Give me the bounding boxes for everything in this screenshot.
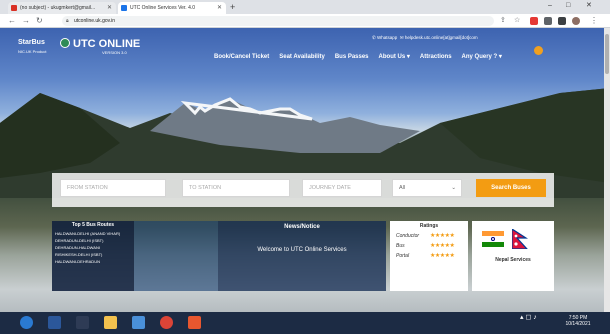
url-text: utconline.uk.gov.in: [74, 18, 116, 24]
nav-attractions[interactable]: Attractions: [420, 51, 452, 63]
chevron-down-icon: ⌄: [451, 185, 456, 191]
close-window-button[interactable]: ✕: [586, 0, 592, 12]
rating-row: Portal ★★★★★: [390, 251, 468, 261]
email-icon: ✉: [399, 35, 404, 40]
utc-emblem-icon: [60, 38, 70, 48]
word-app-icon[interactable]: [48, 316, 61, 329]
mail-app-icon[interactable]: [132, 316, 145, 329]
nepal-services-label: Nepal Services: [495, 257, 531, 263]
share-icon[interactable]: ⇪: [500, 15, 506, 27]
route-item[interactable]: DEHRADUN-HALDWANI: [52, 244, 134, 251]
top-routes-panel: Top 5 Bus Routes HALDWANI-DELHI (ANAND V…: [52, 221, 134, 291]
news-title: News/Notice: [284, 224, 320, 230]
forward-arrow-icon[interactable]: →: [22, 15, 30, 27]
utc-home-page: StarBus NIC.UK Product UTC ONLINE VERSIO…: [0, 28, 610, 312]
routes-title: Top 5 Bus Routes: [71, 222, 115, 228]
news-message: Welcome to UTC Online Services: [257, 247, 347, 253]
chrome-app-icon[interactable]: [160, 316, 173, 329]
starbus-logo[interactable]: StarBus NIC.UK Product: [18, 38, 54, 56]
route-item[interactable]: HALDWANI-DEHRADUN: [52, 258, 134, 265]
bus-search-form: FROM STATION ⇄ TO STATION JOURNEY DATE A…: [52, 173, 554, 207]
tab-close-icon[interactable]: ✕: [107, 2, 112, 14]
email-link[interactable]: helpdesk.utc.online[at]gmail[dot]com: [405, 35, 478, 40]
ratings-panel: Ratings Conductor ★★★★★ Bus ★★★★★ Portal…: [390, 221, 468, 291]
from-station-input[interactable]: FROM STATION: [60, 179, 166, 197]
brand-title: UTC ONLINE: [73, 38, 141, 50]
minimize-button[interactable]: –: [548, 0, 552, 12]
tab-label: (no subject) - ukugmkert@gmail...: [20, 5, 96, 11]
utc-favicon-icon: [121, 5, 127, 11]
reload-icon[interactable]: ↻: [36, 15, 43, 27]
route-item[interactable]: RISHIKESH-DELHI (ISBT): [52, 251, 134, 258]
tab-close-icon[interactable]: ✕: [217, 2, 222, 14]
menu-dots-icon[interactable]: ⋮: [590, 15, 598, 27]
address-bar[interactable]: 🔒︎ utconline.uk.gov.in: [62, 16, 494, 26]
clock-date: 10/14/2021: [565, 321, 591, 327]
rating-stars-icon: ★★★★★: [430, 233, 455, 239]
extension-icon[interactable]: [530, 17, 538, 25]
browser-tab-bar: (no subject) - ukugmkert@gmail... ✕ UTC …: [0, 0, 610, 14]
rating-row: Conductor ★★★★★: [390, 231, 468, 241]
ratings-title: Ratings: [419, 223, 439, 229]
nav-bus-passes[interactable]: Bus Passes: [335, 51, 369, 63]
windows-taskbar: ▴ ◻ ♪ 7:50 PM 10/14/2021: [0, 312, 610, 334]
rating-label: Portal: [396, 253, 410, 259]
rating-stars-icon: ★★★★★: [430, 253, 455, 259]
nepal-services-panel[interactable]: Nepal Services: [472, 221, 554, 291]
maximize-button[interactable]: □: [566, 0, 570, 12]
gmail-favicon-icon: [11, 5, 17, 11]
browser-tab-gmail[interactable]: (no subject) - ukugmkert@gmail... ✕: [8, 2, 116, 14]
page-scrollbar[interactable]: [604, 28, 610, 312]
journey-date-input[interactable]: JOURNEY DATE: [302, 179, 382, 197]
screen-app-icon[interactable]: [188, 316, 201, 329]
new-tab-button[interactable]: +: [230, 1, 235, 13]
bookmark-star-icon[interactable]: ☆: [514, 15, 520, 27]
whatsapp-link[interactable]: Whatsapp: [377, 35, 397, 40]
rating-row: Bus ★★★★★: [390, 241, 468, 251]
news-panel: News/Notice Welcome to UTC Online Servic…: [218, 221, 386, 291]
nav-any-query[interactable]: Any Query ? ▾: [462, 51, 502, 63]
india-flag-icon: [482, 231, 504, 247]
profile-avatar[interactable]: [572, 17, 580, 25]
media-app-icon[interactable]: [76, 316, 89, 329]
user-account-icon[interactable]: [534, 46, 543, 55]
main-nav: Book/Cancel Ticket Seat Availability Bus P…: [214, 45, 512, 60]
rating-label: Conductor: [396, 233, 420, 239]
logo-title: StarBus: [18, 39, 45, 46]
browser-tab-utc[interactable]: UTC Online Services Ver. 4.0 ✕: [118, 2, 226, 14]
system-tray-icons[interactable]: ▴ ◻ ♪: [520, 314, 537, 321]
logo-subtitle: NIC.UK Product: [18, 49, 47, 54]
clock[interactable]: 7:50 PM 10/14/2021: [558, 315, 598, 327]
info-panel: [134, 221, 218, 291]
to-station-input[interactable]: TO STATION: [182, 179, 290, 197]
rating-label: Bus: [396, 243, 405, 249]
whatsapp-icon: ✆: [372, 35, 376, 40]
brand-version: VERSION 3.0: [102, 50, 127, 55]
class-select[interactable]: All ⌄: [392, 179, 462, 197]
nav-seat-availability[interactable]: Seat Availability: [279, 51, 325, 63]
browser-toolbar: ← → ↻ 🔒︎ utconline.uk.gov.in ⇪ ☆ ⋮: [0, 14, 610, 28]
extension-icon[interactable]: [544, 17, 552, 25]
nepal-flag-icon: [512, 229, 528, 249]
nav-book-cancel[interactable]: Book/Cancel Ticket: [214, 51, 269, 63]
extensions-puzzle-icon[interactable]: [558, 17, 566, 25]
route-item[interactable]: DEHRADUN-DELHI (ISBT): [52, 237, 134, 244]
class-select-value: All: [399, 185, 406, 191]
nav-about-us[interactable]: About Us ▾: [379, 51, 410, 63]
back-arrow-icon[interactable]: ←: [8, 15, 16, 27]
start-button[interactable]: [20, 316, 33, 329]
tab-label: UTC Online Services Ver. 4.0: [130, 5, 196, 11]
file-explorer-icon[interactable]: [104, 316, 117, 329]
search-buses-button[interactable]: Search Buses: [476, 179, 546, 197]
rating-stars-icon: ★★★★★: [430, 243, 455, 249]
utc-brand[interactable]: UTC ONLINE VERSION 3.0: [60, 38, 140, 55]
scrollbar-thumb[interactable]: [605, 34, 609, 74]
contact-bar: ✆ Whatsapp ✉ helpdesk.utc.online[at]gmai…: [372, 35, 478, 41]
route-item[interactable]: HALDWANI-DELHI (ANAND VIHAR): [52, 230, 134, 237]
lock-icon: 🔒︎: [66, 18, 69, 24]
